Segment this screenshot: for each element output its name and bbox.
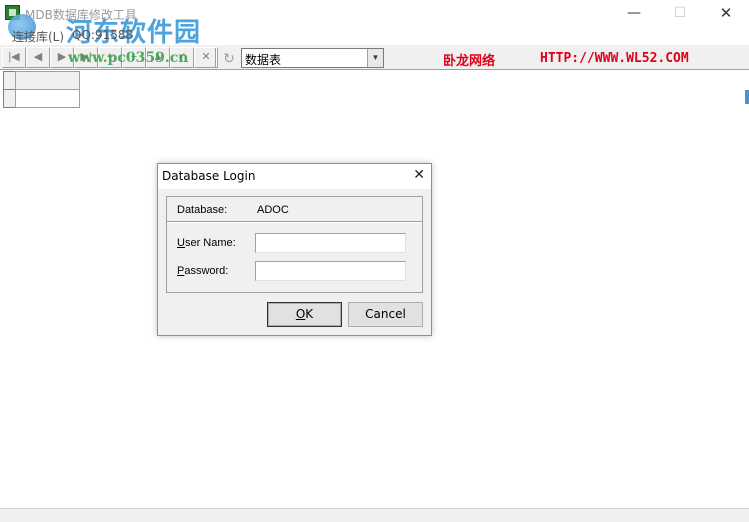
username-label-accel: U xyxy=(177,237,185,249)
username-label-text: ser Name: xyxy=(184,237,236,249)
password-label-text: assword: xyxy=(184,265,229,277)
menu-item-connect[interactable]: 连接库(L) xyxy=(12,28,64,45)
minimize-button[interactable]: — xyxy=(611,0,657,28)
status-bar xyxy=(0,508,749,522)
title-bar: MDB数据库修改工具 河东软件园 — ☐ ✕ xyxy=(0,0,749,48)
brand-name: 卧龙网络 xyxy=(443,54,496,69)
data-grid xyxy=(3,71,80,108)
dialog-title-bar: Database Login ✕ xyxy=(158,164,431,189)
grid-cell[interactable] xyxy=(15,89,80,108)
chevron-down-icon[interactable]: ▼ xyxy=(367,49,383,67)
group-divider xyxy=(167,221,422,223)
close-button[interactable]: ✕ xyxy=(703,0,749,28)
ok-label-accel: O xyxy=(295,307,306,321)
table-select[interactable]: 数据表 ▼ xyxy=(241,48,384,68)
dialog-title: Database Login xyxy=(162,169,256,183)
ok-button[interactable]: OK xyxy=(267,302,342,327)
table-select-value: 数据表 xyxy=(245,53,282,67)
database-label: Database: xyxy=(177,204,228,216)
ok-label-text: K xyxy=(305,307,314,321)
login-group-box: Database: ADOC User Name: Password: xyxy=(166,196,423,293)
brand-url[interactable]: HTTP://WWW.WL52.COM xyxy=(540,51,689,66)
toolbar: |◀ ◀ ▶ ▶| + − ▲ ✓ ✕ www.pc0359.cn ↻ 数据表 … xyxy=(0,44,749,70)
password-label: Password: xyxy=(177,265,228,277)
toolbar-divider xyxy=(215,48,217,67)
cancel-button[interactable]: Cancel xyxy=(348,302,423,327)
username-input[interactable] xyxy=(255,233,406,253)
menu-bar: 连接库(L) QQ:91588 xyxy=(0,28,749,44)
prev-record-button[interactable]: ◀ xyxy=(26,47,50,68)
username-label: User Name: xyxy=(177,237,236,249)
database-login-dialog: Database Login ✕ Database: ADOC User Nam… xyxy=(157,163,432,336)
maximize-button[interactable]: ☐ xyxy=(657,0,703,28)
refresh-icon[interactable]: ↻ xyxy=(220,49,238,67)
scroll-indicator xyxy=(745,90,749,104)
menu-item-qq[interactable]: QQ:91588 xyxy=(72,28,133,42)
dialog-close-icon[interactable]: ✕ xyxy=(413,167,425,183)
password-input[interactable] xyxy=(255,261,406,281)
watermark-site-url: www.pc0359.cn xyxy=(68,50,189,66)
grid-column-header[interactable] xyxy=(15,71,80,90)
first-record-button[interactable]: |◀ xyxy=(2,47,26,68)
database-value: ADOC xyxy=(257,204,289,216)
